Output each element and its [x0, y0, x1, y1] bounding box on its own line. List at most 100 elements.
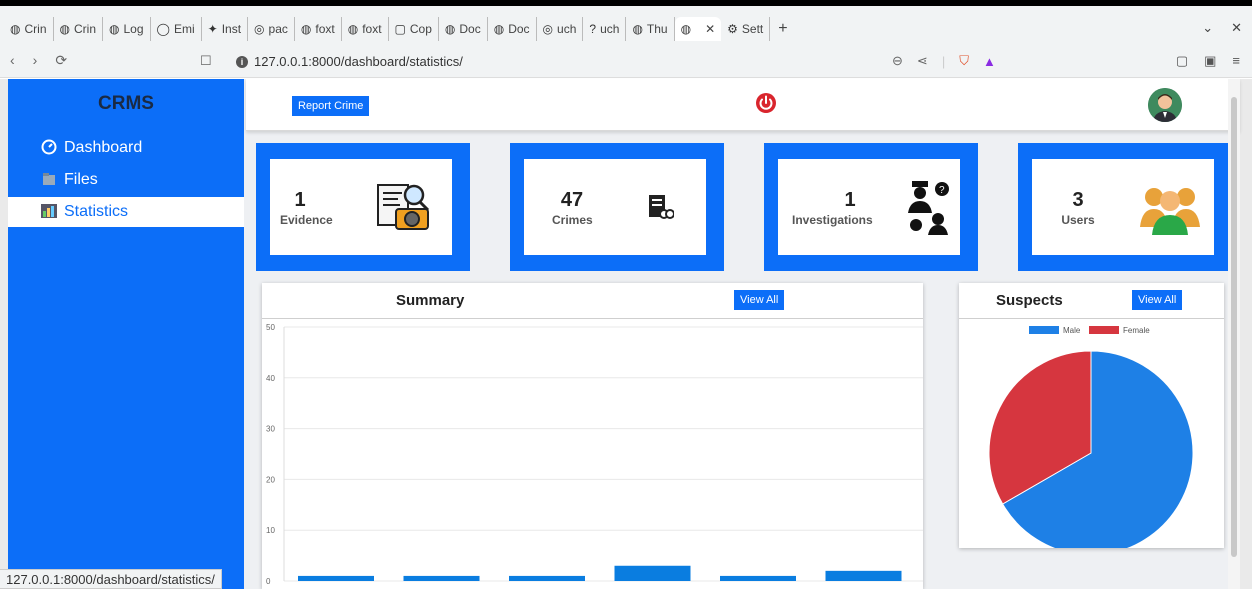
- stat-card-body: 1 Investigations ?: [778, 159, 960, 255]
- wallet-icon[interactable]: ▣: [1204, 53, 1216, 69]
- tab-label: Doc: [459, 22, 481, 36]
- browser-tab[interactable]: ◍ foxt: [295, 17, 342, 41]
- tab-favicon-icon: ◯: [156, 22, 170, 36]
- page-scrollbar[interactable]: [1228, 79, 1240, 589]
- tab-label: foxt: [362, 22, 382, 36]
- browser-tab[interactable]: ◎ pac: [248, 17, 295, 41]
- tab-list-chevron-icon[interactable]: ⌄: [1202, 20, 1213, 36]
- tab-favicon-icon: ✦: [207, 22, 218, 36]
- browser-tab[interactable]: ◯ Emi: [151, 17, 202, 41]
- legend-label: Female: [1123, 326, 1150, 335]
- stat-label: Evidence: [280, 213, 333, 227]
- browser-tab[interactable]: ◎ uch: [537, 17, 584, 41]
- tab-strip: ◍ Crin ◍ Crin ◍ Log ◯ Emi ✦ Inst ◎ pac ◍ foxt ◍ foxt ▢ Co…: [4, 14, 788, 44]
- browser-tab[interactable]: ◍ Doc: [439, 17, 488, 41]
- browser-tab[interactable]: ◍ Crin: [54, 17, 103, 41]
- tab-label: Doc: [508, 22, 530, 36]
- folder-icon: [40, 171, 58, 190]
- summary-view-all-button[interactable]: View All: [734, 290, 785, 310]
- sidebar-item-files[interactable]: Files: [8, 165, 244, 195]
- sidebar-item-dashboard[interactable]: Dashboard: [8, 133, 244, 163]
- y-tick-label: 30: [266, 425, 275, 434]
- stat-card-investigations[interactable]: 1 Investigations ?: [764, 143, 978, 271]
- forward-icon[interactable]: ›: [33, 52, 38, 69]
- tab-favicon-icon: ?: [589, 22, 597, 36]
- rewards-icon[interactable]: ▲: [983, 54, 996, 69]
- users-icon: [1140, 188, 1200, 235]
- tab-favicon-icon: ◍: [109, 22, 120, 36]
- scrollbar-thumb[interactable]: [1231, 97, 1237, 557]
- bar[interactable]: [720, 575, 796, 581]
- legend-label: Male: [1063, 326, 1081, 335]
- stat-card-users[interactable]: 3 Users: [1018, 143, 1232, 271]
- browser-tab[interactable]: ◍ Log: [103, 17, 151, 41]
- legend-swatch: [1029, 326, 1059, 334]
- browser-tab[interactable]: ◍ foxt: [342, 17, 389, 41]
- stat-label: Investigations: [792, 213, 873, 227]
- tab-favicon-icon: ◍: [59, 22, 70, 36]
- tab-label: Inst: [221, 22, 242, 36]
- tab-favicon-icon: ◍: [10, 22, 21, 36]
- tab-favicon-icon: ◎: [542, 22, 554, 36]
- reload-icon[interactable]: ⟳: [55, 52, 67, 69]
- tab-favicon-icon: ◍: [300, 22, 312, 36]
- sidebar-item-statistics[interactable]: Statistics: [8, 197, 244, 227]
- browser-tab[interactable]: ? uch: [583, 17, 627, 41]
- bar[interactable]: [509, 575, 585, 581]
- window-close-icon[interactable]: ✕: [1231, 20, 1242, 36]
- bar[interactable]: [403, 575, 480, 581]
- tab-favicon-icon: ◍: [680, 22, 692, 36]
- stat-card-crimes[interactable]: 47 Crimes: [510, 143, 724, 271]
- sidebar: CRMS Dashboard Files Statistics: [8, 79, 244, 589]
- url-field[interactable]: i 127.0.0.1:8000/dashboard/statistics/: [236, 54, 463, 69]
- browser-tab[interactable]: ✦ Inst: [202, 17, 249, 41]
- tab-label: Sett: [741, 22, 764, 36]
- stat-label: Crimes: [552, 213, 593, 227]
- chart-icon: [40, 203, 58, 221]
- stat-card-evidence[interactable]: 1 Evidence: [256, 143, 470, 271]
- avatar[interactable]: [1148, 88, 1182, 122]
- browser-tab[interactable]: ◍ Doc: [488, 17, 537, 41]
- stat-card-body: 1 Evidence: [270, 159, 452, 255]
- bar[interactable]: [614, 565, 691, 581]
- stat-card-body: 3 Users: [1032, 159, 1214, 255]
- zoom-icon[interactable]: ⊖: [892, 53, 903, 69]
- summary-bar-chart: 0 10 20 30 40 50: [266, 323, 923, 586]
- sidebar-item-label: Statistics: [64, 203, 129, 220]
- tab-favicon-icon: ▢: [394, 22, 406, 36]
- tab-label: uch: [600, 22, 620, 36]
- tab-label: pac: [268, 22, 288, 36]
- tab-favicon-icon: ◍: [493, 22, 505, 36]
- power-icon[interactable]: [755, 92, 777, 114]
- sidebar-toggle-icon[interactable]: ▢: [1176, 53, 1188, 69]
- browser-tab[interactable]: ◍ ✕: [674, 17, 722, 41]
- new-tab-button[interactable]: +: [778, 20, 787, 38]
- toolbar-right: ▢ ▣ ≡: [1176, 53, 1240, 69]
- site-info-icon[interactable]: i: [236, 55, 248, 68]
- browser-tab[interactable]: ◍ Thu: [626, 17, 675, 41]
- tab-favicon-icon: ◍: [444, 22, 456, 36]
- report-crime-button[interactable]: Report Crime: [292, 96, 370, 116]
- brave-shield-icon[interactable]: ⛉: [959, 53, 969, 69]
- gauge-icon: [40, 139, 58, 158]
- suspects-view-all-button[interactable]: View All: [1132, 290, 1183, 310]
- suspects-pie-chart: Male Female: [988, 326, 1194, 548]
- evidence-icon: [377, 184, 430, 230]
- bar[interactable]: [298, 575, 374, 581]
- bookmark-icon[interactable]: ☐: [200, 53, 212, 69]
- address-actions: ⊖ ⋖ | ⛉ ▲: [892, 53, 996, 69]
- url-text[interactable]: 127.0.0.1:8000/dashboard/statistics/: [254, 54, 463, 69]
- stat-count: 1: [844, 189, 856, 211]
- top-navbar: Report Crime: [246, 79, 1240, 131]
- y-tick-label: 50: [266, 323, 275, 332]
- tab-close-icon[interactable]: ✕: [705, 22, 715, 36]
- browser-tab[interactable]: ▢ Cop: [389, 17, 439, 41]
- browser-tab[interactable]: ⚙ Sett: [721, 17, 771, 41]
- bar[interactable]: [825, 570, 902, 581]
- stat-count: 3: [1072, 189, 1084, 211]
- browser-tab[interactable]: ◍ Crin: [4, 17, 54, 41]
- back-icon[interactable]: ‹: [10, 52, 15, 69]
- menu-icon[interactable]: ≡: [1232, 53, 1240, 69]
- share-icon[interactable]: ⋖: [917, 53, 928, 69]
- stat-label: Users: [1061, 213, 1095, 227]
